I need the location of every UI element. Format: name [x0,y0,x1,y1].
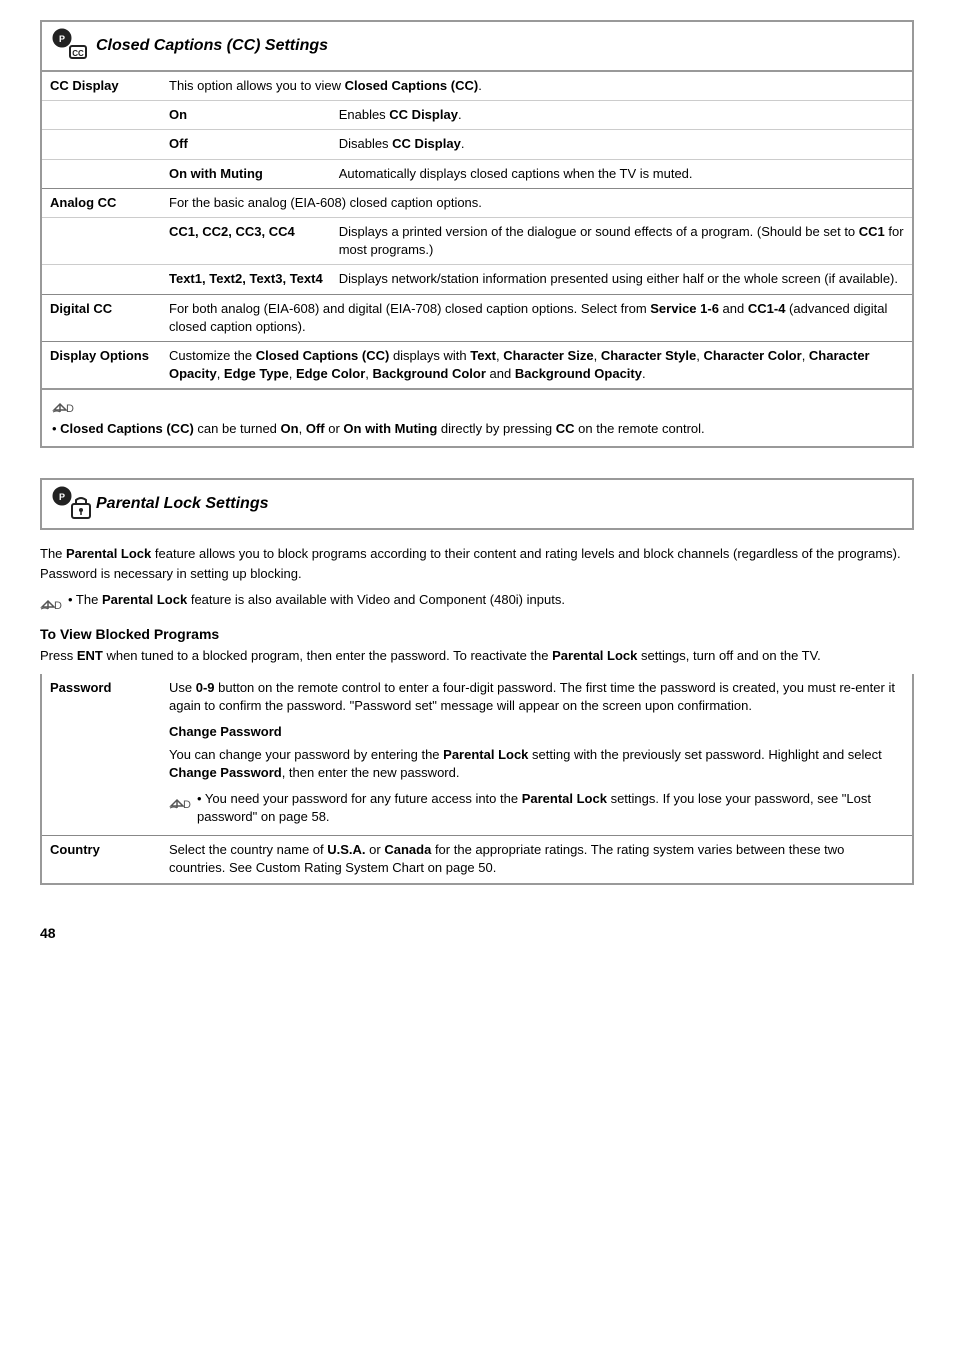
off-option-label: Off [161,130,331,159]
parental-section-header: P Parental Lock Settings [40,478,914,530]
password-desc: Use 0-9 button on the remote control to … [161,674,913,836]
cc-display-label: CC Display [41,72,161,101]
note-pencil-icon-3: D [169,792,191,815]
analog-cc-desc: For the basic analog (EIA-608) closed ca… [161,188,913,217]
table-row: Digital CC For both analog (EIA-608) and… [41,294,913,341]
digital-cc-desc: For both analog (EIA-608) and digital (E… [161,294,913,341]
table-row: Analog CC For the basic analog (EIA-608)… [41,188,913,217]
display-options-label: Display Options [41,341,161,389]
text-option-desc: Displays network/station information pre… [331,265,913,294]
parental-section-title: Parental Lock Settings [96,495,269,513]
cc-section-header: P CC Closed Captions (CC) Settings [40,20,914,72]
parental-intro: The Parental Lock feature allows you to … [40,544,914,583]
password-label: Password [41,674,161,836]
svg-text:P: P [59,34,65,44]
parental-note1-text: • The Parental Lock feature is also avai… [68,591,565,609]
country-label: Country [41,836,161,884]
cc-settings-table: CC Display This option allows you to vie… [40,72,914,390]
display-options-desc: Customize the Closed Captions (CC) displ… [161,341,913,389]
password-note-text: • You need your password for any future … [197,790,904,826]
table-row: Country Select the country name of U.S.A… [41,836,913,884]
on-option-desc: Enables CC Display. [331,101,913,130]
page-number: 48 [40,925,914,941]
country-desc: Select the country name of U.S.A. or Can… [161,836,913,884]
change-password-subheading: Change Password [169,723,904,741]
svg-text:D: D [54,600,62,611]
cc-note-box: D • Closed Captions (CC) can be turned O… [40,390,914,448]
change-password-desc: You can change your password by entering… [169,746,904,782]
cc-section-title: Closed Captions (CC) Settings [96,37,328,55]
blocked-programs-para: Press ENT when tuned to a blocked progra… [40,646,914,666]
on-muting-label: On with Muting [161,159,331,188]
table-row: Text1, Text2, Text3, Text4 Displays netw… [41,265,913,294]
on-option-label: On [161,101,331,130]
table-row: CC Display This option allows you to vie… [41,72,913,101]
table-row: On Enables CC Display. [41,101,913,130]
parental-note1-box: D • The Parental Lock feature is also av… [40,591,914,614]
cc-icon: P CC [52,28,88,64]
on-muting-desc: Automatically displays closed captions w… [331,159,913,188]
table-row: Off Disables CC Display. [41,130,913,159]
note-pencil-icon: D [52,396,74,418]
analog-cc-label: Analog CC [41,188,161,217]
table-row: CC1, CC2, CC3, CC4 Displays a printed ve… [41,217,913,264]
blocked-programs-subheading: To View Blocked Programs [40,626,914,642]
svg-text:D: D [183,799,191,810]
password-note-box: D • You need your password for any futur… [169,790,904,826]
parental-lock-icon: P [52,486,88,522]
svg-text:CC: CC [72,49,84,58]
digital-cc-label: Digital CC [41,294,161,341]
svg-text:D: D [66,403,74,414]
off-option-desc: Disables CC Display. [331,130,913,159]
table-row: On with Muting Automatically displays cl… [41,159,913,188]
cc-display-desc: This option allows you to view Closed Ca… [161,72,913,101]
note-pencil-icon-2: D [40,593,62,614]
parental-settings-table: Password Use 0-9 button on the remote co… [40,674,914,885]
cc1-option-desc: Displays a printed version of the dialog… [331,217,913,264]
cc1-option-label: CC1, CC2, CC3, CC4 [161,217,331,264]
svg-text:P: P [59,492,65,502]
table-row: Display Options Customize the Closed Cap… [41,341,913,389]
table-row: Password Use 0-9 button on the remote co… [41,674,913,836]
text-option-label: Text1, Text2, Text3, Text4 [161,265,331,294]
cc-note-text: • Closed Captions (CC) can be turned On,… [52,420,902,438]
